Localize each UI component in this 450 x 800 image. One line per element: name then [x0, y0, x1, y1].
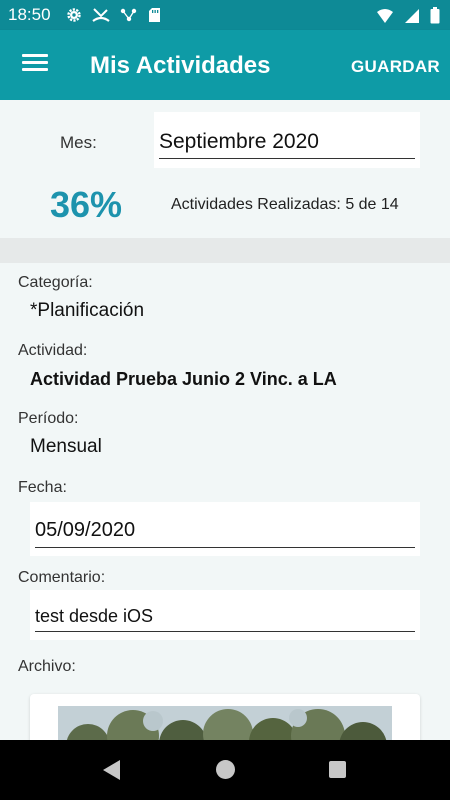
date-field[interactable]: 05/09/2020 [30, 502, 420, 556]
period-label: Período: [18, 410, 79, 427]
month-label: Mes: [60, 133, 97, 152]
comment-label: Comentario: [18, 569, 106, 586]
category-value: *Planificación [30, 300, 145, 321]
home-icon[interactable] [216, 760, 235, 779]
comment-field[interactable]: test desde iOS [30, 590, 420, 640]
save-button[interactable]: GUARDAR [351, 57, 440, 77]
section-divider [0, 238, 450, 263]
connection-icon [120, 8, 137, 22]
month-selector[interactable]: Septiembre 2020 [154, 112, 420, 168]
status-time: 18:50 [8, 5, 51, 24]
recent-apps-icon[interactable] [329, 761, 346, 778]
missed-call-icon [92, 8, 110, 22]
date-input[interactable]: 05/09/2020 [35, 519, 415, 548]
comment-input[interactable]: test desde iOS [35, 606, 415, 632]
gear-icon [67, 8, 81, 22]
battery-icon [430, 7, 440, 24]
category-label: Categoría: [18, 274, 93, 291]
period-value: Mensual [30, 436, 102, 457]
signal-icon [405, 8, 419, 23]
back-icon[interactable] [103, 760, 120, 780]
app-bar: Mis Actividades GUARDAR [0, 30, 450, 100]
wifi-icon [377, 8, 393, 23]
activity-value: Actividad Prueba Junio 2 Vinc. a LA [30, 369, 337, 389]
completed-activities-count: Actividades Realizadas: 5 de 14 [171, 196, 399, 213]
activity-label: Actividad: [18, 342, 88, 359]
hamburger-menu-icon[interactable] [22, 54, 48, 76]
status-bar: 18:50 [0, 0, 450, 30]
sd-card-icon [149, 8, 160, 22]
file-label: Archivo: [18, 658, 76, 675]
completion-percent: 36% [50, 184, 123, 225]
page-title: Mis Actividades [90, 52, 271, 79]
month-value[interactable]: Septiembre 2020 [159, 130, 415, 159]
date-label: Fecha: [18, 479, 67, 496]
system-navigation-bar [0, 740, 450, 800]
